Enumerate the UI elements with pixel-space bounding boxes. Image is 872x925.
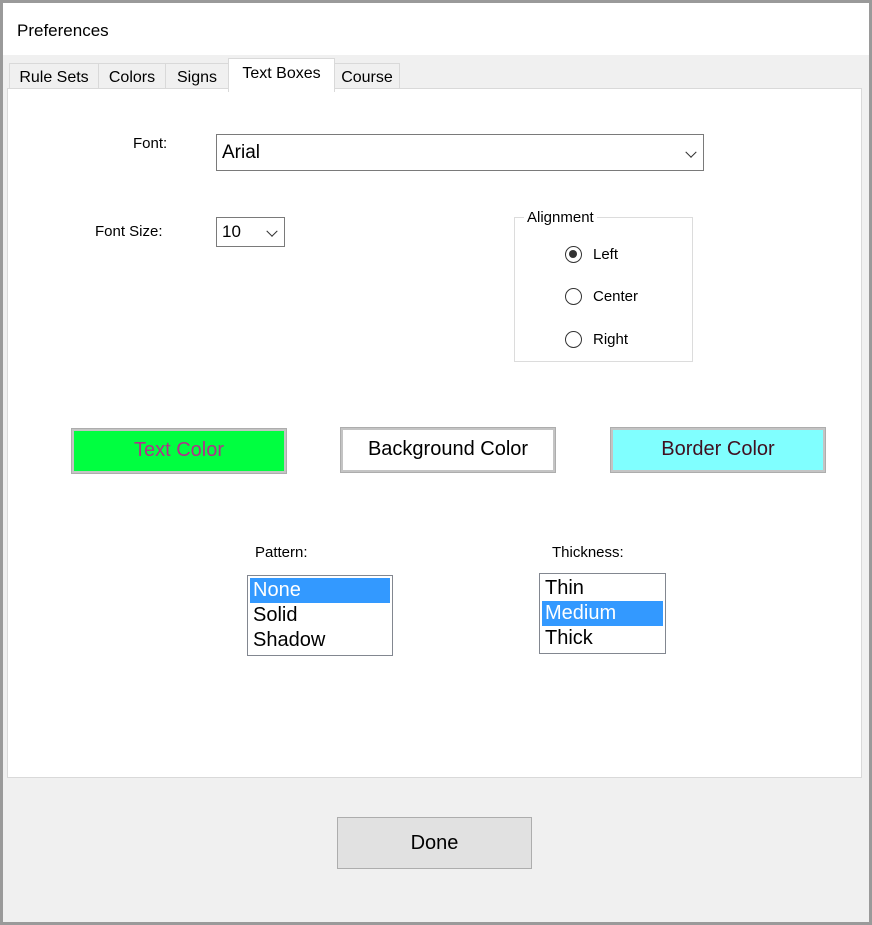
list-item[interactable]: Medium xyxy=(542,601,663,626)
background-color-button[interactable]: Background Color xyxy=(340,427,556,473)
tab-rule-sets[interactable]: Rule Sets xyxy=(9,63,99,91)
pattern-listbox[interactable]: None Solid Shadow xyxy=(247,575,393,656)
font-size-label: Font Size: xyxy=(95,223,163,240)
tab-course[interactable]: Course xyxy=(334,63,400,91)
tab-text-boxes[interactable]: Text Boxes xyxy=(228,58,335,92)
list-item[interactable]: Shadow xyxy=(250,628,390,653)
done-button[interactable]: Done xyxy=(337,817,532,869)
window-title: Preferences xyxy=(17,21,109,40)
font-size-value: 10 xyxy=(222,222,241,241)
thickness-listbox[interactable]: Thin Medium Thick xyxy=(539,573,666,654)
text-boxes-tab-page: Font: Arial Font Size: 10 Alignment Left… xyxy=(7,88,862,778)
radio-button-checked[interactable] xyxy=(565,246,582,263)
text-color-button[interactable]: Text Color xyxy=(71,428,287,474)
alignment-label: Alignment xyxy=(524,209,597,226)
title-bar: Preferences xyxy=(3,3,869,55)
chevron-down-icon xyxy=(685,146,697,158)
radio-right-label: Right xyxy=(593,331,629,348)
thickness-label: Thickness: xyxy=(552,544,624,561)
tab-signs[interactable]: Signs xyxy=(165,63,229,91)
preferences-window: Preferences Rule Sets Colors Signs Text … xyxy=(0,0,872,925)
alignment-group: Alignment Left Center Right xyxy=(514,209,693,362)
font-combobox[interactable]: Arial xyxy=(216,134,704,171)
list-item[interactable]: Thick xyxy=(542,626,663,651)
radio-button[interactable] xyxy=(565,288,582,305)
list-item[interactable]: None xyxy=(250,578,390,603)
radio-left-label: Left xyxy=(593,246,619,263)
border-color-button[interactable]: Border Color xyxy=(610,427,826,473)
radio-button[interactable] xyxy=(565,331,582,348)
list-item[interactable]: Solid xyxy=(250,603,390,628)
radio-center-label: Center xyxy=(593,288,639,305)
font-label: Font: xyxy=(133,135,168,152)
chevron-down-icon xyxy=(266,225,278,237)
list-item[interactable]: Thin xyxy=(542,576,663,601)
font-size-combobox[interactable]: 10 xyxy=(216,217,285,247)
tab-colors[interactable]: Colors xyxy=(98,63,166,91)
pattern-label: Pattern: xyxy=(255,544,308,561)
font-value: Arial xyxy=(222,142,261,163)
